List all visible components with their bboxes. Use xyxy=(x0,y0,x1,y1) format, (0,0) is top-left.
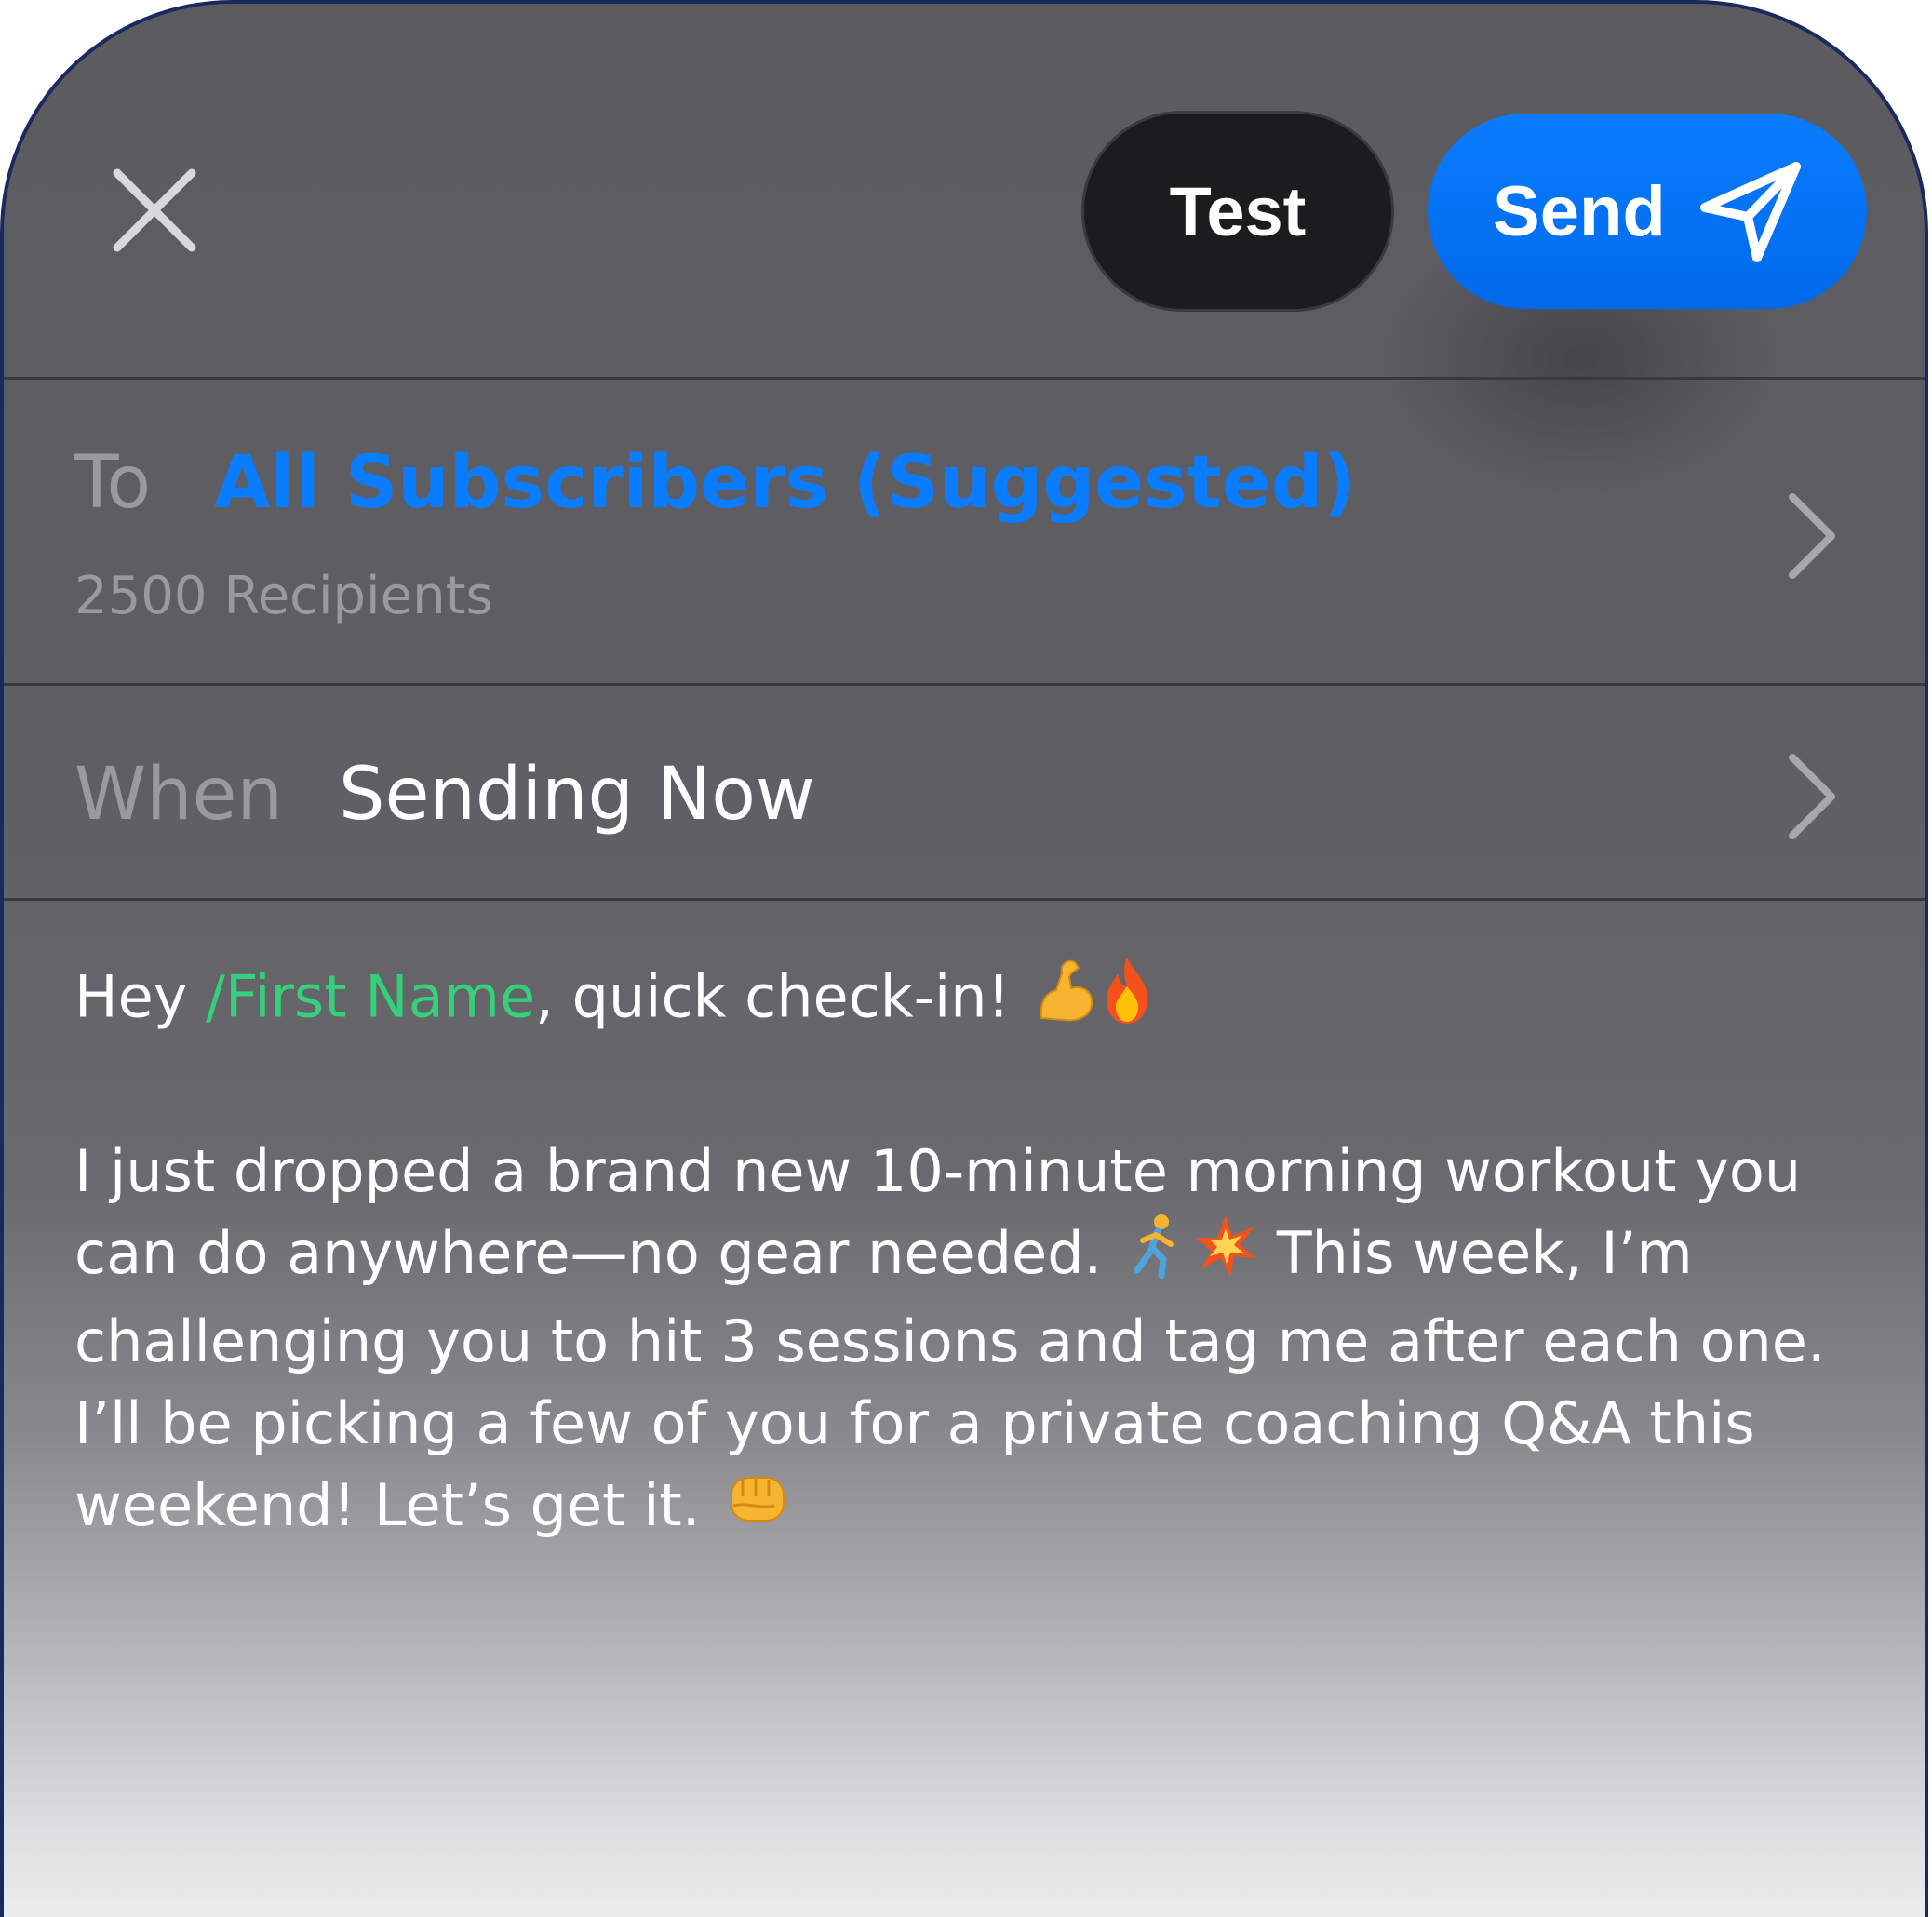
top-bar: Test Send xyxy=(4,4,1925,497)
chevron-right-icon xyxy=(1789,754,1835,839)
close-icon xyxy=(113,168,196,252)
oncoming-fist-icon xyxy=(724,1468,791,1551)
running-person-icon xyxy=(1126,1213,1187,1301)
paper-plane-icon xyxy=(1699,159,1804,263)
first-name-variable: /First Name xyxy=(206,962,536,1031)
send-button-label: Send xyxy=(1493,171,1666,251)
schedule-value: Sending Now xyxy=(339,753,815,837)
message-paragraph: I just dropped a brand new 10-minute mor… xyxy=(74,1131,1880,1551)
test-button-label: Test xyxy=(1169,172,1307,250)
when-label: When xyxy=(74,753,283,837)
schedule-row[interactable] xyxy=(4,686,1925,898)
send-button[interactable]: Send xyxy=(1428,114,1867,309)
to-label: To xyxy=(74,441,152,525)
flexed-biceps-icon xyxy=(1034,955,1099,1047)
message-body[interactable]: Hey /First Name, quick check-in! I just … xyxy=(74,953,1880,1551)
greeting-suffix: , quick check-in! xyxy=(535,962,1029,1031)
close-button[interactable] xyxy=(108,164,201,257)
collision-icon xyxy=(1193,1213,1258,1300)
test-button[interactable]: Test xyxy=(1081,111,1394,312)
fire-icon xyxy=(1099,953,1155,1049)
greeting-prefix: Hey xyxy=(74,962,207,1031)
chevron-right-icon xyxy=(1789,493,1835,579)
recipient-value: All Subscribers (Suggested) xyxy=(214,441,1357,525)
compose-screen: Test Send To All Subscribers (Suggested)… xyxy=(0,0,1928,1917)
recipient-row[interactable] xyxy=(4,380,1925,683)
recipient-count: 2500 Recipients xyxy=(74,566,493,626)
message-greeting: Hey /First Name, quick check-in! xyxy=(74,953,1880,1049)
divider-bottom xyxy=(4,898,1925,901)
